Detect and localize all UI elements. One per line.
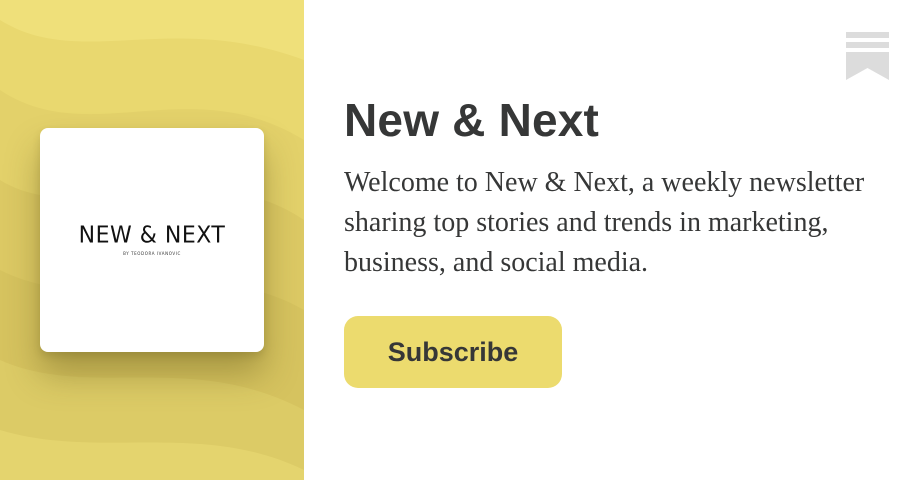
subscribe-button[interactable]: Subscribe xyxy=(344,316,562,388)
publication-title: New & Next xyxy=(344,94,600,146)
publication-logo[interactable]: NEW & NEXT BY TEODORA IVANOVIC xyxy=(40,128,264,352)
cover-panel: NEW & NEXT BY TEODORA IVANOVIC xyxy=(0,0,304,480)
logo-wordmark: NEW & NEXT xyxy=(78,222,226,249)
publication-description: Welcome to New & Next, a weekly newslett… xyxy=(344,167,865,278)
bookmark-icon[interactable] xyxy=(846,32,889,80)
logo-subtitle: BY TEODORA IVANOVIC xyxy=(123,251,181,256)
